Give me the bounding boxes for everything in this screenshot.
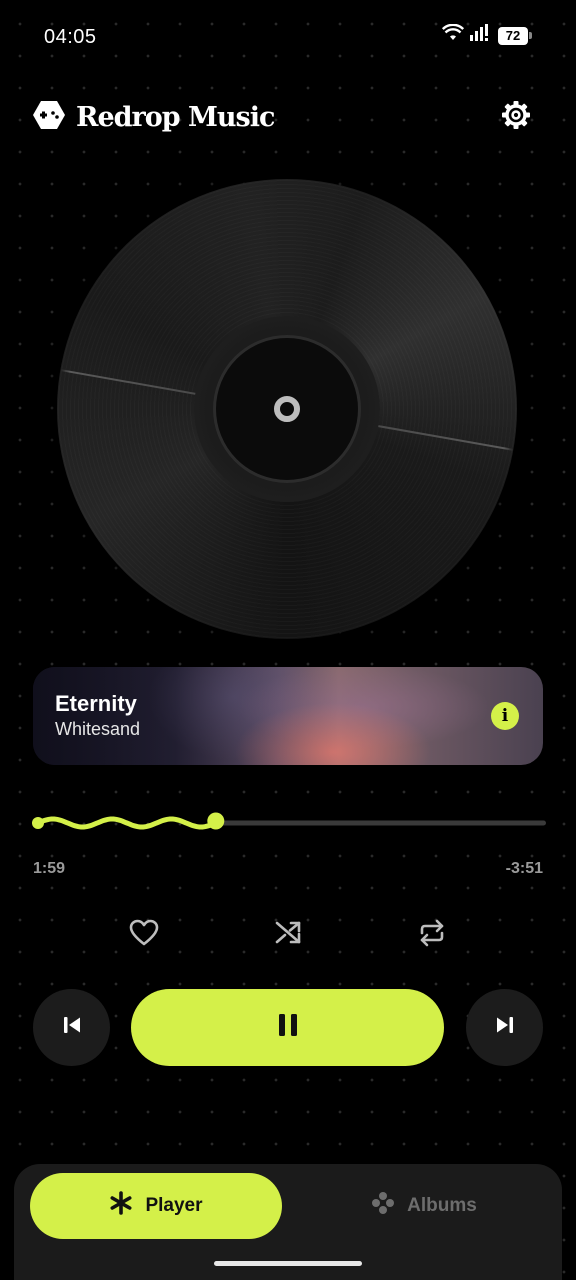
vinyl-spindle-hole (274, 396, 300, 422)
heart-icon (129, 919, 159, 952)
wifi-icon (441, 23, 465, 47)
battery-level: 72 (498, 26, 528, 45)
status-bar: 04:05 72 (0, 0, 576, 72)
battery-indicator: 72 (498, 26, 532, 45)
next-button[interactable] (466, 989, 543, 1066)
progress-bar[interactable] (32, 808, 548, 838)
brand: Redrop Music (32, 99, 275, 136)
progress-start-dot (32, 817, 44, 829)
tab-player-label: Player (145, 1195, 203, 1216)
gamepad-hexagon-icon (32, 99, 66, 136)
pause-icon (277, 1013, 299, 1042)
remaining-time: -3:51 (505, 860, 543, 877)
shuffle-icon (274, 920, 302, 951)
signal-icon (470, 24, 492, 47)
elapsed-time: 1:59 (33, 860, 66, 877)
shuffle-button[interactable] (267, 914, 309, 956)
pause-button[interactable] (131, 989, 444, 1066)
track-info: Eternity Whitesand (55, 691, 140, 741)
dots-cluster-icon (371, 1191, 395, 1221)
tab-albums[interactable]: Albums (304, 1173, 544, 1239)
skip-previous-icon (62, 1015, 82, 1040)
vinyl-record (57, 179, 517, 639)
app-title: Redrop Music (76, 101, 275, 133)
info-button[interactable]: i (491, 702, 519, 730)
progress-track (215, 820, 547, 826)
battery-tip (529, 32, 532, 39)
track-card[interactable]: Eternity Whitesand i (33, 667, 543, 765)
settings-button[interactable] (496, 97, 536, 137)
track-artist: Whitesand (55, 719, 141, 739)
player-screen: 04:05 72 Redrop Music Eternity Whitesand… (0, 0, 576, 1280)
tab-albums-label: Albums (407, 1195, 477, 1216)
skip-next-icon (495, 1015, 515, 1040)
secondary-controls (0, 914, 576, 956)
gear-icon (501, 100, 531, 135)
home-indicator[interactable] (214, 1261, 362, 1266)
track-title: Eternity (55, 691, 137, 716)
progress-thumb[interactable] (207, 812, 225, 830)
repeat-icon (418, 919, 446, 952)
tab-player[interactable]: Player (30, 1173, 282, 1239)
asterisk-icon (109, 1191, 133, 1221)
status-icons: 72 (441, 23, 532, 47)
app-header: Redrop Music (32, 92, 536, 142)
previous-button[interactable] (33, 989, 110, 1066)
progress-fill-wave (35, 816, 219, 830)
repeat-button[interactable] (411, 914, 453, 956)
favorite-button[interactable] (123, 914, 165, 956)
status-time: 04:05 (44, 26, 97, 48)
